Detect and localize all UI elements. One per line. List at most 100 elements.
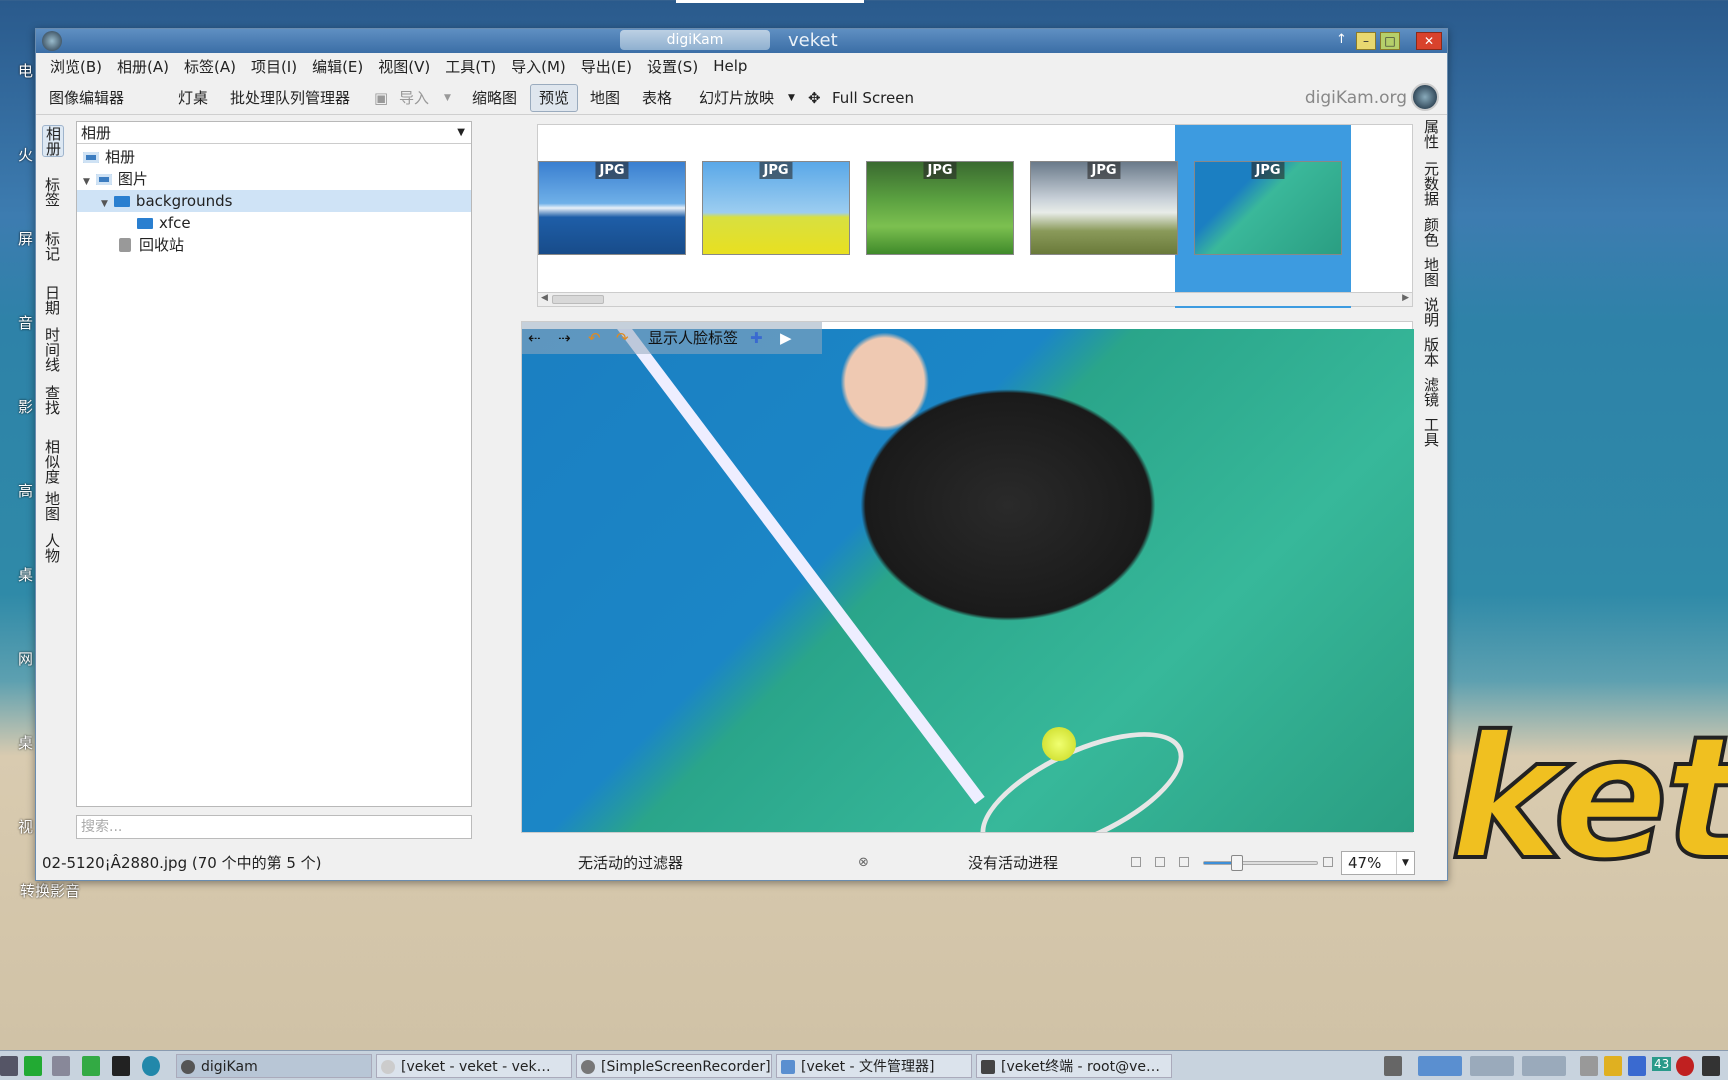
tab-properties[interactable]: 属性 xyxy=(1421,119,1442,149)
tab-similarity[interactable]: 相似度 xyxy=(42,439,62,484)
clear-filter-icon[interactable]: ⊗ xyxy=(858,849,869,877)
tab-tools[interactable]: 工具 xyxy=(1421,417,1442,447)
desktop-label[interactable]: 电 xyxy=(18,60,34,144)
workspace-1[interactable] xyxy=(1418,1056,1462,1076)
table-button[interactable]: 表格 xyxy=(642,88,672,108)
image-preview[interactable]: ⇠ ⇢ ↶ ↷ 显示人脸标签 ✚ ▶ xyxy=(521,321,1414,833)
play-icon[interactable]: ▶ xyxy=(780,322,792,354)
close-button[interactable]: ✕ xyxy=(1416,32,1442,50)
tab-metadata[interactable]: 元数据 xyxy=(1421,161,1442,206)
tab-caption[interactable]: 说明 xyxy=(1421,297,1442,327)
menu-import[interactable]: 导入(M) xyxy=(511,56,566,77)
taskbar-item-filemanager[interactable]: [veket - 文件管理器] xyxy=(776,1054,972,1078)
tab-colors[interactable]: 颜色 xyxy=(1421,217,1442,247)
desktop-label[interactable]: 火 xyxy=(18,144,34,228)
tab-dates[interactable]: 日期 xyxy=(42,285,62,315)
zoom-combobox[interactable]: 47% ▼ xyxy=(1341,851,1415,875)
tree-item-trash[interactable]: 回收站 xyxy=(119,234,184,256)
slideshow-button[interactable]: 幻灯片放映 xyxy=(699,88,774,108)
monitor-icon[interactable] xyxy=(24,1056,42,1076)
tab-map[interactable]: 地图 xyxy=(42,491,62,521)
album-tree-header[interactable]: 相册 ▼ xyxy=(77,122,471,144)
chevron-down-icon[interactable]: ▼ xyxy=(788,88,795,108)
chevron-down-icon[interactable]: ▼ xyxy=(1396,852,1414,874)
keyboard-icon[interactable] xyxy=(1580,1056,1598,1076)
menu-item[interactable]: 项目(I) xyxy=(251,56,297,77)
thumbnail[interactable]: JPG xyxy=(1030,161,1178,255)
search-input[interactable]: 搜索... xyxy=(76,815,472,839)
app-icon[interactable] xyxy=(42,31,62,51)
tab-filters[interactable]: 滤镜 xyxy=(1421,377,1442,407)
workspace-3[interactable] xyxy=(1522,1056,1566,1076)
thumbnail[interactable]: JPG xyxy=(866,161,1014,255)
start-menu-icon[interactable] xyxy=(0,1056,18,1076)
light-table-button[interactable]: 灯桌 xyxy=(178,88,208,108)
menu-export[interactable]: 导出(E) xyxy=(581,56,632,77)
desktop-label[interactable]: 屏 xyxy=(18,228,34,312)
expand-arrow-icon[interactable]: ▼ xyxy=(101,199,108,209)
tab-albums[interactable]: 相册 xyxy=(42,125,64,157)
zoom-in-icon[interactable] xyxy=(1323,857,1333,867)
zoom-100-icon[interactable] xyxy=(1155,857,1165,867)
menu-album[interactable]: 相册(A) xyxy=(117,56,169,77)
thumbnails-button[interactable]: 缩略图 xyxy=(472,88,517,108)
minimize-button[interactable]: – xyxy=(1356,32,1376,50)
rotate-left-icon[interactable]: ↶ xyxy=(588,322,601,354)
menu-help[interactable]: Help xyxy=(713,57,747,75)
thumbnail-selected[interactable]: JPG xyxy=(1194,161,1342,255)
batch-queue-button[interactable]: 批处理队列管理器 xyxy=(230,88,350,108)
settings-icon[interactable] xyxy=(52,1056,70,1076)
tray-counter[interactable]: 43 xyxy=(1652,1057,1672,1071)
tab-people[interactable]: 人物 xyxy=(42,533,62,563)
menu-view[interactable]: 视图(V) xyxy=(378,56,430,77)
thumbnail[interactable]: JPG xyxy=(538,161,686,255)
menu-tools[interactable]: 工具(T) xyxy=(445,56,496,77)
digikam-logo-icon[interactable] xyxy=(1411,83,1439,111)
scroll-left-icon[interactable]: ◀ xyxy=(541,293,548,303)
maximize-button[interactable]: □ xyxy=(1380,32,1400,50)
taskbar-item-veket[interactable]: [veket - veket - vek… xyxy=(376,1054,572,1078)
menu-settings[interactable]: 设置(S) xyxy=(647,56,698,77)
menu-edit[interactable]: 编辑(E) xyxy=(312,56,363,77)
image-editor-button[interactable]: 图像编辑器 xyxy=(49,88,124,108)
tree-item-albums[interactable]: 相册 xyxy=(83,146,135,168)
browser-icon[interactable] xyxy=(142,1056,160,1076)
desktop-label[interactable]: 桌 xyxy=(18,564,34,648)
rotate-right-icon[interactable]: ↷ xyxy=(616,322,629,354)
tab-versions[interactable]: 版本 xyxy=(1421,337,1442,367)
workspace-2[interactable] xyxy=(1470,1056,1514,1076)
chevron-down-icon[interactable]: ▼ xyxy=(457,122,465,144)
record-icon[interactable] xyxy=(1676,1056,1694,1076)
desktop-label[interactable]: 网 xyxy=(18,648,34,732)
tree-item-backgrounds[interactable]: ▼ backgrounds xyxy=(77,190,471,212)
clipboard-icon[interactable] xyxy=(1702,1056,1720,1076)
screenshot-icon[interactable] xyxy=(1384,1056,1402,1076)
thumbnail[interactable]: JPG xyxy=(702,161,850,255)
menu-browse[interactable]: 浏览(B) xyxy=(50,56,102,77)
tab-tags[interactable]: 标签 xyxy=(42,177,62,207)
title-bar[interactable]: digiKam veket ↑ – □ ✕ xyxy=(36,29,1447,53)
zoom-fit-icon[interactable] xyxy=(1131,857,1141,867)
chevron-down-icon[interactable]: ▼ xyxy=(444,88,451,108)
scroll-thumb[interactable] xyxy=(552,295,604,304)
fullscreen-icon[interactable]: ✥ xyxy=(808,88,821,108)
forward-icon[interactable]: ⇢ xyxy=(558,322,571,354)
taskbar-item-recorder[interactable]: [SimpleScreenRecorder] xyxy=(576,1054,772,1078)
tab-labels[interactable]: 标记 xyxy=(42,231,62,261)
preview-photo[interactable] xyxy=(522,329,1414,832)
desktop-label[interactable]: 高 xyxy=(18,480,34,564)
expand-arrow-icon[interactable]: ▼ xyxy=(83,177,90,187)
desktop-label[interactable]: 音 xyxy=(18,312,34,396)
window-tab[interactable]: digiKam xyxy=(620,30,770,50)
pin-icon[interactable]: ↑ xyxy=(1336,32,1347,47)
media-icon[interactable] xyxy=(82,1056,100,1076)
taskbar-item-digikam[interactable]: digiKam xyxy=(176,1054,372,1078)
tree-item-xfce[interactable]: xfce xyxy=(137,212,191,234)
map-button[interactable]: 地图 xyxy=(590,88,620,108)
show-face-tags-button[interactable]: 显示人脸标签 xyxy=(648,322,738,354)
fullscreen-button[interactable]: Full Screen xyxy=(832,88,914,108)
terminal-icon[interactable] xyxy=(112,1056,130,1076)
thumbnail-scrollbar[interactable]: ◀ ▶ xyxy=(538,292,1412,306)
menu-tags[interactable]: 标签(A) xyxy=(184,56,236,77)
zoom-out-icon[interactable] xyxy=(1179,857,1189,867)
